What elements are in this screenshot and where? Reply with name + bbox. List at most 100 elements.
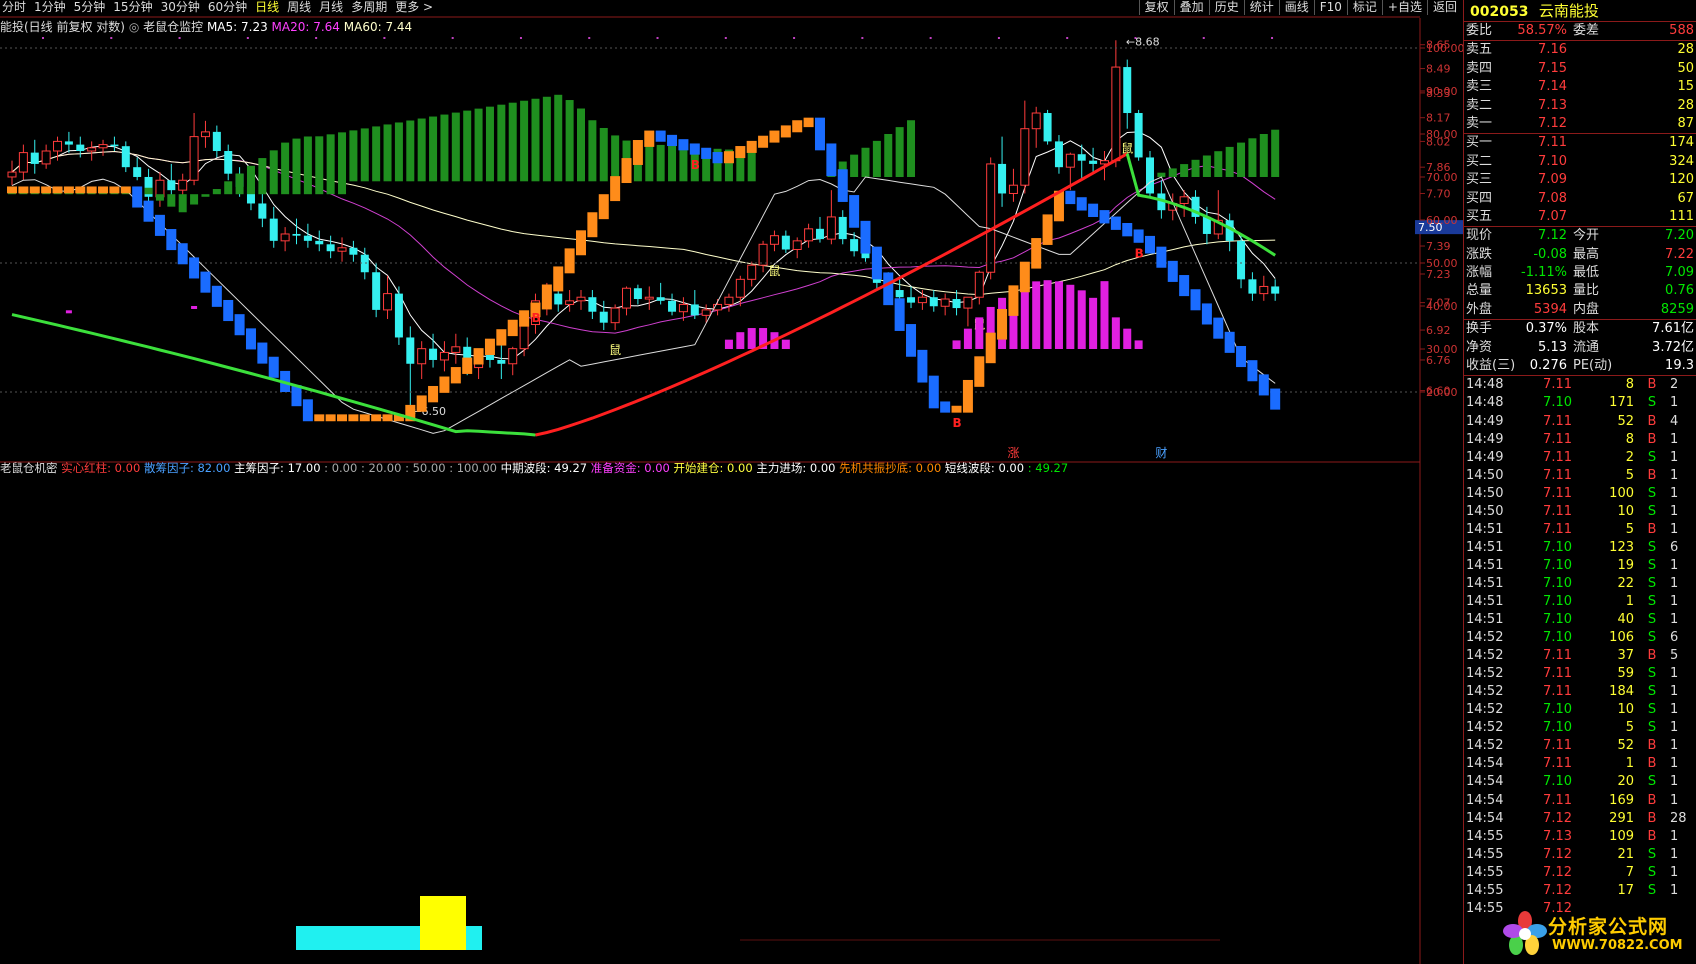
candle-body[interactable] [974,271,984,298]
candle-body[interactable] [1065,153,1075,168]
candle-body[interactable] [1020,128,1030,186]
candle-body[interactable] [485,354,494,360]
candle-body[interactable] [406,337,415,364]
candle-body[interactable] [838,216,847,240]
candle-body[interactable] [1077,154,1086,161]
candle-body[interactable] [668,300,677,312]
candle-body[interactable] [280,233,290,242]
ask-level[interactable]: 卖五 7.16 28 [1464,41,1696,59]
candle-body[interactable] [554,293,563,305]
candle-body[interactable] [986,163,996,273]
period-tab[interactable]: 更多 > [395,0,433,15]
candle-body[interactable] [1248,279,1257,294]
candle-body[interactable] [383,293,393,311]
candle-body[interactable] [349,247,358,255]
candle-body[interactable] [565,300,575,305]
candle-body[interactable] [1043,113,1052,142]
candle-body[interactable] [53,140,63,152]
bid-level[interactable]: 买二 7.10 324 [1464,153,1696,171]
candle-body[interactable] [178,179,188,191]
candle-body[interactable] [133,167,142,177]
tool-button[interactable]: 画线 [1278,0,1314,15]
candle-body[interactable] [1259,285,1269,295]
candle-body[interactable] [701,309,711,316]
candle-body[interactable] [815,228,824,240]
candle-body[interactable] [200,131,210,138]
candle-body[interactable] [7,171,17,178]
candle-body[interactable] [18,152,28,173]
candle-body[interactable] [121,146,130,168]
period-tab[interactable]: 日线 [255,0,279,15]
period-tab[interactable]: 60分钟 [208,0,247,15]
candle-body[interactable] [212,131,221,152]
candle-body[interactable] [87,147,97,152]
period-tab[interactable]: 多周期 [351,0,387,15]
candle-body[interactable] [372,272,381,310]
candle-body[interactable] [167,180,176,191]
candle-body[interactable] [508,348,518,365]
candle-body[interactable] [64,141,73,145]
candle-body[interactable] [519,324,529,350]
tool-button[interactable]: 标记 [1346,0,1382,15]
ask-level[interactable]: 卖一 7.12 87 [1464,115,1696,133]
candle-body[interactable] [758,243,768,266]
candle-body[interactable] [292,233,301,236]
candle-body[interactable] [1008,184,1018,194]
candle-body[interactable] [781,235,790,250]
candle-body[interactable] [315,240,324,245]
candle-body[interactable] [952,299,961,309]
candle-body[interactable] [41,150,51,165]
tool-button[interactable]: +自选 [1381,0,1427,15]
candle-body[interactable] [1123,67,1132,114]
period-tab[interactable]: 30分钟 [161,0,200,15]
ask-level[interactable]: 卖四 7.15 50 [1464,60,1696,78]
candle-body[interactable] [1111,66,1121,162]
candle-body[interactable] [98,144,108,149]
candle-body[interactable] [588,297,597,312]
candle-body[interactable] [644,296,654,300]
ask-level[interactable]: 卖二 7.13 28 [1464,97,1696,115]
tick-list[interactable]: 14:48 7.11 8 B 2 14:48 7.10 171 S 1 14:49 7.11 52 B 4 1… [1464,375,1696,917]
candle-body[interactable] [963,296,973,309]
candle-body[interactable] [895,290,904,298]
candle-body[interactable] [1179,196,1189,204]
candle-body[interactable] [337,247,347,252]
tool-button[interactable]: 叠加 [1173,0,1209,15]
candle-body[interactable] [303,235,312,241]
candle-body[interactable] [769,235,779,245]
candle-body[interactable] [110,144,119,147]
candle-body[interactable] [417,348,427,365]
candle-body[interactable] [224,151,233,174]
candle-body[interactable] [429,348,438,360]
tool-button[interactable]: 返回 [1426,0,1462,15]
tool-button[interactable]: 复权 [1138,0,1174,15]
bid-level[interactable]: 买四 7.08 67 [1464,190,1696,208]
bid-level[interactable]: 买一 7.11 174 [1464,134,1696,152]
candle-body[interactable] [678,303,688,313]
candle-body[interactable] [1134,113,1143,158]
candle-body[interactable] [76,144,85,152]
chart-canvas[interactable]: 8.658.498.338.178.027.867.707.397.237.07… [0,0,1463,964]
candle-body[interactable] [30,152,39,164]
period-tab[interactable]: 周线 [287,0,311,15]
candle-body[interactable] [735,278,745,298]
tool-button[interactable]: 历史 [1208,0,1244,15]
candle-body[interactable] [826,216,836,240]
candle-body[interactable] [599,311,608,323]
candle-body[interactable] [633,288,642,300]
candle-body[interactable] [1031,112,1041,130]
candle-body[interactable] [1271,286,1280,294]
candle-body[interactable] [610,307,620,324]
candle-body[interactable] [326,244,335,252]
candle-body[interactable] [394,293,403,338]
candle-body[interactable] [850,239,859,252]
candle-body[interactable] [189,136,199,181]
period-tab[interactable]: 1分钟 [34,0,66,15]
candle-body[interactable] [258,203,267,219]
bid-level[interactable]: 买五 7.07 111 [1464,208,1696,226]
candle-body[interactable] [269,218,278,241]
candle-body[interactable] [1237,240,1246,280]
candle-body[interactable] [929,297,938,307]
candle-body[interactable] [747,264,757,280]
candle-body[interactable] [451,346,461,353]
